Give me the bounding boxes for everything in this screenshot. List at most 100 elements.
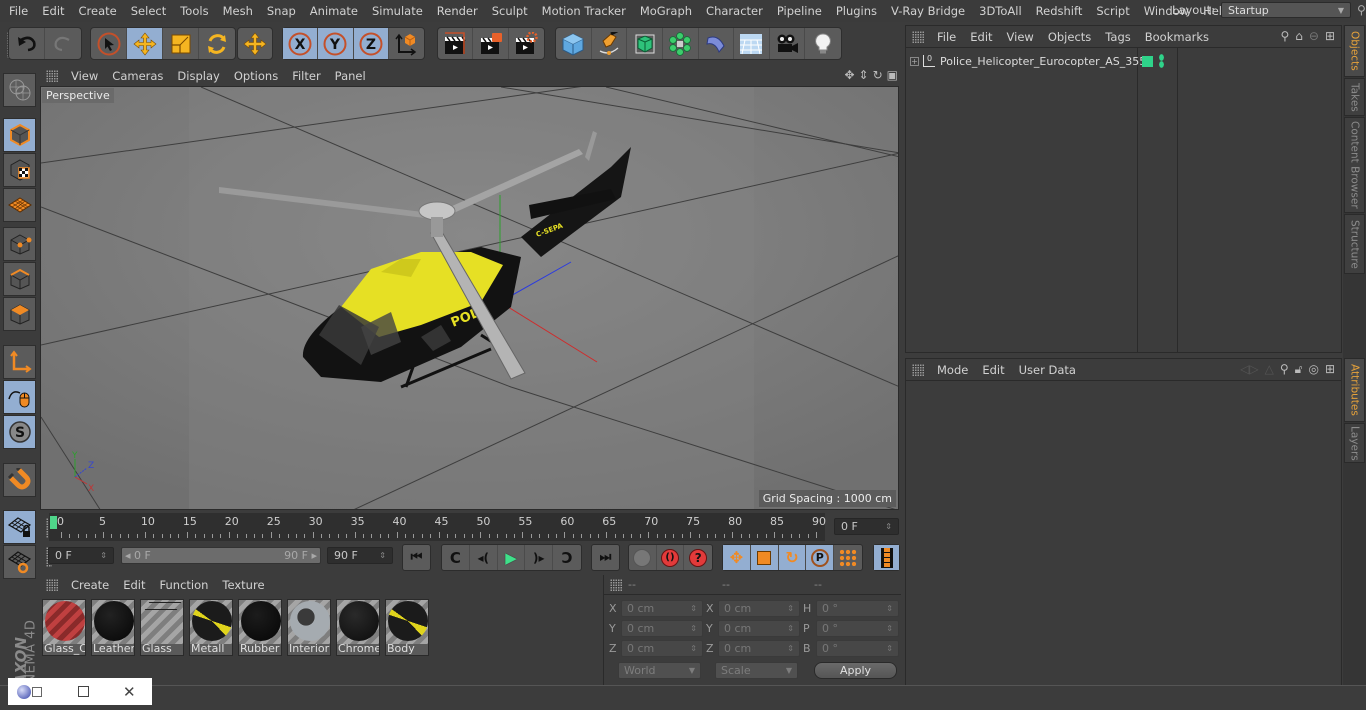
viewport-menu-cameras[interactable]: Cameras (105, 69, 170, 83)
tab-objects[interactable]: Objects (1344, 25, 1365, 77)
viewport-grip[interactable] (46, 70, 58, 82)
material-grip[interactable] (46, 579, 58, 591)
rotate-tool-button[interactable] (199, 28, 235, 59)
search-icon[interactable]: ⚲ (1357, 3, 1366, 17)
layer-color-swatch[interactable] (1142, 55, 1153, 67)
size-x-field[interactable]: 0 cm ⇕ (718, 600, 800, 617)
render-settings-button[interactable] (509, 28, 544, 59)
end-frame-field[interactable]: 90 F ⇕ (327, 547, 393, 564)
objects-menu-tags[interactable]: Tags (1098, 30, 1137, 44)
menu-edit[interactable]: Edit (35, 4, 71, 18)
3d-viewport[interactable]: POL C-SEPA Perspective Grid Spacing : 10… (40, 86, 899, 510)
new-window-icon[interactable]: ⊞ (1325, 29, 1335, 43)
prev-key-button[interactable]: C (442, 545, 470, 570)
model-mode-button[interactable] (3, 118, 36, 152)
range-right-arrow[interactable]: ▸ (311, 549, 317, 562)
maximize-window-button[interactable] (78, 686, 89, 697)
search-icon[interactable]: ⚲ (1280, 362, 1289, 377)
key-position-button[interactable]: ✥ (723, 545, 751, 570)
menu-tools[interactable]: Tools (173, 4, 215, 18)
tab-content-browser[interactable]: Content Browser (1344, 117, 1365, 213)
coordinate-space-dropdown[interactable]: World ▼ (618, 662, 701, 679)
cloner-button[interactable] (663, 28, 699, 59)
objects-menu-edit[interactable]: Edit (963, 30, 999, 44)
material-menu-texture[interactable]: Texture (215, 578, 271, 592)
timeline-ruler[interactable]: 0 5 10 15 20 25 30 35 40 45 50 55 60 65 70 75 80 85 90 0 F… (40, 512, 900, 542)
timeline-window-button[interactable] (874, 545, 899, 570)
eye-icon[interactable]: ⊖ (1309, 29, 1319, 43)
material-swatch[interactable]: Rubber (238, 599, 282, 656)
material-menu-create[interactable]: Create (64, 578, 116, 592)
redo-button[interactable] (45, 28, 81, 59)
camera-label[interactable]: Perspective (42, 88, 114, 103)
texture-mode-button[interactable] (3, 153, 36, 187)
attributes-menu-user-data[interactable]: User Data (1012, 363, 1083, 377)
rotation-b-field[interactable]: 0 ° ⇕ (816, 640, 899, 657)
timeline-track[interactable]: 0 5 10 15 20 25 30 35 40 45 50 55 60 65 70 75 80 85 90 (49, 513, 826, 541)
search-icon[interactable]: ⚲ (1280, 29, 1289, 43)
viewport-menu-panel[interactable]: Panel (328, 69, 373, 83)
start-frame-field[interactable]: 0 F ⇕ (48, 547, 114, 564)
tweak-mode-button[interactable] (3, 380, 36, 414)
menu-mograph[interactable]: MoGraph (633, 4, 699, 18)
tab-layers[interactable]: Layers (1344, 423, 1365, 463)
objects-menu-bookmarks[interactable]: Bookmarks (1138, 30, 1216, 44)
lock-icon[interactable]: 🔓︎ (1295, 362, 1303, 377)
menu-3dtoall[interactable]: 3DToAll (972, 4, 1029, 18)
size-mode-dropdown[interactable]: Scale ▼ (715, 662, 798, 679)
viewport-menu-display[interactable]: Display (170, 69, 226, 83)
render-view-button[interactable] (438, 28, 474, 59)
camera-button[interactable] (770, 28, 806, 59)
keyframe-selection-button[interactable]: ? (684, 545, 712, 570)
position-z-field[interactable]: 0 cm ⇕ (621, 640, 703, 657)
objects-menu-file[interactable]: File (930, 30, 963, 44)
apply-button[interactable]: Apply (814, 662, 897, 679)
planar-workplane-button[interactable] (3, 545, 36, 579)
floor-button[interactable] (734, 28, 770, 59)
undo-button[interactable] (9, 28, 45, 59)
viewport-menu-filter[interactable]: Filter (285, 69, 327, 83)
back-arrow-icon[interactable]: ◁▷ (1240, 362, 1258, 377)
material-swatch[interactable]: Chrome (336, 599, 380, 656)
position-x-field[interactable]: 0 cm ⇕ (621, 600, 703, 617)
menu-sculpt[interactable]: Sculpt (485, 4, 535, 18)
spinner-icon[interactable]: ⇕ (379, 551, 386, 560)
position-y-field[interactable]: 0 cm ⇕ (621, 620, 703, 637)
move-tool-button[interactable] (127, 28, 163, 59)
menu-snap[interactable]: Snap (260, 4, 303, 18)
menu-plugins[interactable]: Plugins (829, 4, 884, 18)
objects-menu-objects[interactable]: Objects (1041, 30, 1098, 44)
viewport-orbit-icon[interactable]: ↻ (873, 68, 883, 82)
current-frame-field[interactable]: 0 F ⇕ (834, 518, 899, 535)
visibility-dots-icon[interactable] (1159, 54, 1164, 68)
select-tool-button[interactable] (91, 28, 127, 59)
material-swatch[interactable]: Interior (287, 599, 331, 656)
render-picture-viewer-button[interactable] (473, 28, 509, 59)
solo-button[interactable]: S (3, 415, 36, 449)
rotation-h-field[interactable]: 0 ° ⇕ (816, 600, 899, 617)
points-mode-button[interactable] (3, 227, 36, 261)
key-parameter-button[interactable]: P (806, 545, 835, 570)
size-y-field[interactable]: 0 cm ⇕ (718, 620, 800, 637)
record-key-button[interactable] (629, 545, 657, 570)
viewport-pan-icon[interactable]: ✥ (844, 68, 854, 82)
viewport-menu-options[interactable]: Options (227, 69, 285, 83)
viewport-maximize-icon[interactable]: ▣ (887, 68, 898, 82)
viewport-dolly-icon[interactable]: ⇕ (859, 68, 869, 82)
up-arrow-icon[interactable]: △ (1265, 362, 1274, 377)
cube-button[interactable] (556, 28, 592, 59)
material-swatch[interactable]: Body (385, 599, 429, 656)
coordinate-system-button[interactable] (389, 28, 424, 59)
light-button[interactable] (805, 28, 841, 59)
snap-button[interactable] (3, 463, 36, 497)
menu-pipeline[interactable]: Pipeline (770, 4, 829, 18)
goto-start-button[interactable]: ⏮ (403, 545, 430, 570)
z-axis-lock-button[interactable]: Z (353, 28, 389, 59)
tab-takes[interactable]: Takes (1344, 78, 1365, 116)
size-z-field[interactable]: 0 cm ⇕ (718, 640, 800, 657)
current-frame-marker[interactable] (50, 516, 57, 529)
menu-vray-bridge[interactable]: V-Ray Bridge (884, 4, 972, 18)
attributes-menu-mode[interactable]: Mode (930, 363, 975, 377)
spinner-icon[interactable]: ⇕ (885, 522, 892, 531)
menu-simulate[interactable]: Simulate (365, 4, 430, 18)
